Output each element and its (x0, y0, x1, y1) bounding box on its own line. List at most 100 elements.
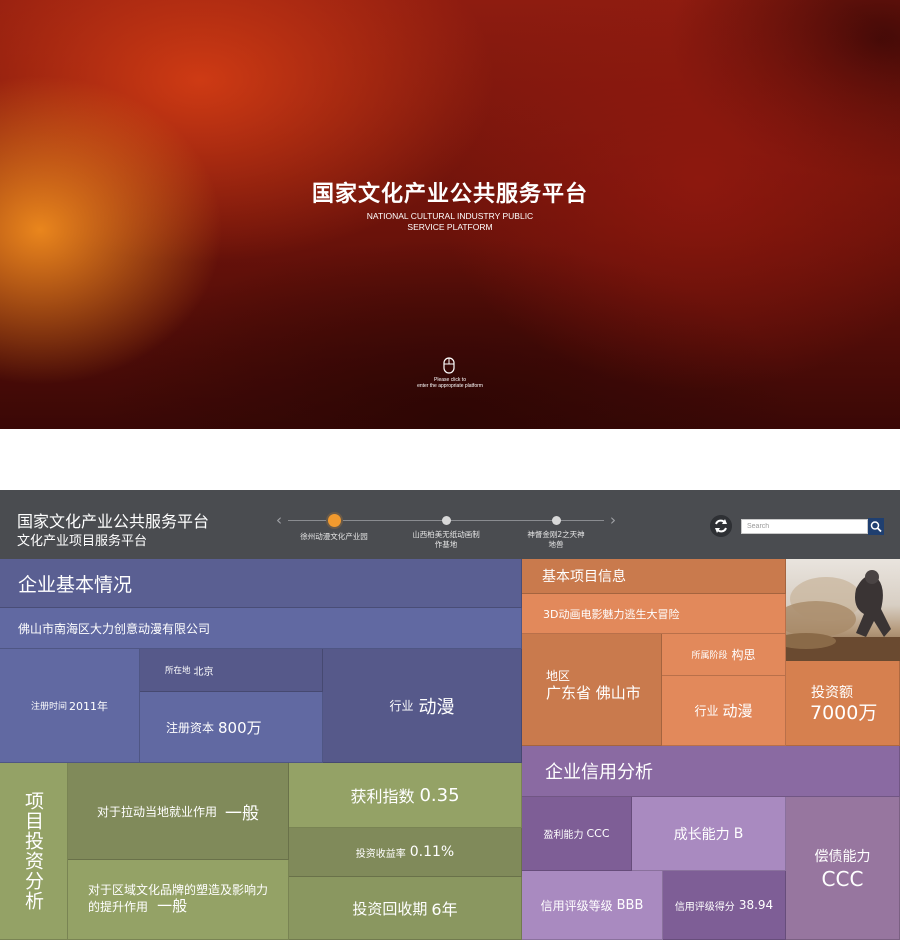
roi-label: 投资收益率 (355, 848, 406, 860)
project-name: 3D动画电影魅力逃生大冒险 (543, 607, 680, 621)
industry-value: 动漫 (418, 696, 455, 718)
location-value: 北京 (193, 666, 214, 678)
profitability-value: CCC (586, 827, 610, 840)
project-industry-label: 行业 (694, 704, 719, 718)
profitability-tile: 盈利能力 CCC (522, 797, 632, 871)
employment-label: 对于拉动当地就业作用 (96, 804, 217, 819)
credit-heading-tile: 企业信用分析 (522, 746, 900, 797)
search-input[interactable] (741, 519, 868, 534)
search-icon[interactable] (868, 518, 884, 535)
growth-label: 成长能力 (673, 826, 730, 843)
refresh-icon[interactable] (710, 515, 732, 537)
brand-value: 一般 (157, 897, 188, 915)
hero-hint-line2: enter the appropriate platform (417, 383, 483, 389)
industry-tile: 行业 动漫 (323, 649, 522, 763)
brand-label-line2: 的提升作用 (88, 900, 149, 914)
rating-tile: 信用评级等级 BBB (522, 871, 663, 940)
timeline-item-shendu[interactable]: 神督金刚2之天神 地兽 (511, 510, 601, 550)
brand-title: 国家文化产业公共服务平台 (17, 512, 210, 531)
region-tile: 地区 广东省 佛山市 (522, 634, 662, 746)
hero-subtitle-line1: NATIONAL CULTURAL INDUSTRY PUBLIC (366, 211, 534, 221)
reg-time-tile: 注册时间 2011年 (0, 649, 140, 763)
project-dashboard: 国家文化产业公共服务平台 文化产业项目服务平台 ‹ › 徐州动漫文化产业园 山西… (0, 490, 900, 940)
industry-label: 行业 (389, 699, 414, 713)
roi-value: 0.11% (409, 844, 455, 860)
solvency-value: CCC (821, 867, 864, 891)
capital-value: 800万 (218, 718, 262, 737)
profit-index-label: 获利指数 (350, 787, 415, 806)
score-tile: 信用评级得分 38.94 (663, 871, 786, 940)
growth-value: B (733, 825, 744, 842)
company-heading: 企业基本情况 (18, 573, 133, 596)
location-label: 所在地 (165, 666, 191, 676)
investment-amount-label: 投资额 (811, 685, 853, 701)
timeline-item-shanxi[interactable]: 山西柏美无纸动画制 作基地 (401, 510, 491, 550)
company-heading-tile: 企业基本情况 (0, 559, 522, 608)
capital-tile: 注册资本 800万 (140, 692, 323, 763)
employment-value: 一般 (225, 803, 259, 824)
location-tile: 所在地 北京 (140, 649, 323, 692)
hero-hint: Please click to enter the appropriate pl… (0, 377, 900, 389)
investment-heading: 项目投资分析 (22, 791, 44, 911)
hero-subtitle: NATIONAL CULTURAL INDUSTRY PUBLIC SERVIC… (0, 211, 900, 233)
company-name: 佛山市南海区大力创意动漫有限公司 (18, 621, 211, 636)
brand-subtitle: 文化产业项目服务平台 (17, 534, 148, 549)
roi-tile: 投资收益率 0.11% (289, 828, 522, 877)
growth-tile: 成长能力 B (632, 797, 786, 871)
timeline-dot-active (327, 514, 341, 527)
timeline-label-line1: 山西柏美无纸动画制 (412, 530, 480, 539)
project-info-heading: 基本项目信息 (542, 569, 626, 585)
solvency-label: 偿债能力 (814, 849, 871, 865)
chevron-right-icon[interactable]: › (610, 511, 616, 529)
brand-tile: 对于区域文化品牌的塑造及影响力 的提升作用 一般 (68, 860, 289, 940)
score-value: 38.94 (738, 898, 774, 912)
timeline-item-xuzhou[interactable]: 徐州动漫文化产业园 (289, 510, 379, 542)
profitability-label: 盈利能力 (543, 830, 584, 841)
region-value: 广东省 佛山市 (546, 684, 641, 702)
payback-value: 6年 (431, 900, 458, 919)
capital-label: 注册资本 (166, 720, 215, 735)
project-poster-art (786, 570, 900, 661)
investment-amount-value: 7000万 (810, 702, 878, 724)
project-info-heading-tile: 基本项目信息 (522, 559, 786, 594)
timeline-label: 神督金刚2之天神 地兽 (511, 530, 601, 550)
project-name-tile[interactable]: 3D动画电影魅力逃生大冒险 (522, 594, 786, 634)
timeline-label-line2: 地兽 (548, 540, 564, 549)
brand-label-line1: 对于区域文化品牌的塑造及影响力 (88, 883, 269, 897)
mouse-icon (443, 357, 455, 374)
credit-heading: 企业信用分析 (545, 762, 653, 783)
reg-time-label: 注册时间 (30, 702, 67, 712)
timeline-label: 山西柏美无纸动画制 作基地 (401, 530, 491, 550)
project-poster-image (786, 559, 900, 661)
timeline-dot (551, 516, 561, 525)
timeline-label: 徐州动漫文化产业园 (300, 532, 368, 541)
investment-heading-tile: 项目投资分析 (0, 763, 68, 940)
payback-label: 投资回收期 (352, 899, 428, 918)
payback-tile: 投资回收期 6年 (289, 877, 522, 940)
project-timeline: ‹ › 徐州动漫文化产业园 山西柏美无纸动画制 作基地 神督金刚2之天神 地兽 (276, 510, 616, 550)
app-header: 国家文化产业公共服务平台 文化产业项目服务平台 ‹ › 徐州动漫文化产业园 山西… (0, 490, 900, 560)
employment-tile: 对于拉动当地就业作用 一般 (68, 763, 289, 860)
project-industry-tile: 行业 动漫 (662, 676, 786, 746)
solvency-tile: 偿债能力 CCC (786, 797, 900, 940)
investment-amount-tile: 投资额 7000万 (786, 661, 900, 746)
company-name-tile[interactable]: 佛山市南海区大力创意动漫有限公司 (0, 608, 522, 649)
timeline-label-line2: 作基地 (434, 540, 458, 549)
timeline-label-line1: 神督金刚2之天神 (527, 530, 585, 539)
rating-value: BBB (616, 897, 644, 913)
profit-index-tile: 获利指数 0.35 (289, 763, 522, 828)
hero-banner[interactable]: 国家文化产业公共服务平台 NATIONAL CULTURAL INDUSTRY … (0, 0, 900, 429)
project-industry-value: 动漫 (722, 702, 753, 720)
stage-label: 所属阶段 (691, 651, 728, 661)
chevron-left-icon[interactable]: ‹ (276, 511, 282, 529)
profit-index-value: 0.35 (419, 784, 460, 806)
hero-title: 国家文化产业公共服务平台 (311, 182, 588, 207)
timeline-dot (441, 516, 451, 525)
reg-time-value: 2011年 (69, 699, 108, 713)
rating-label: 信用评级等级 (540, 898, 613, 913)
score-label: 信用评级得分 (674, 901, 735, 913)
stage-value: 构思 (731, 648, 756, 662)
stage-tile: 所属阶段 构思 (662, 634, 786, 676)
region-label: 地区 (546, 669, 571, 683)
hero-subtitle-line2: SERVICE PLATFORM (407, 222, 493, 232)
